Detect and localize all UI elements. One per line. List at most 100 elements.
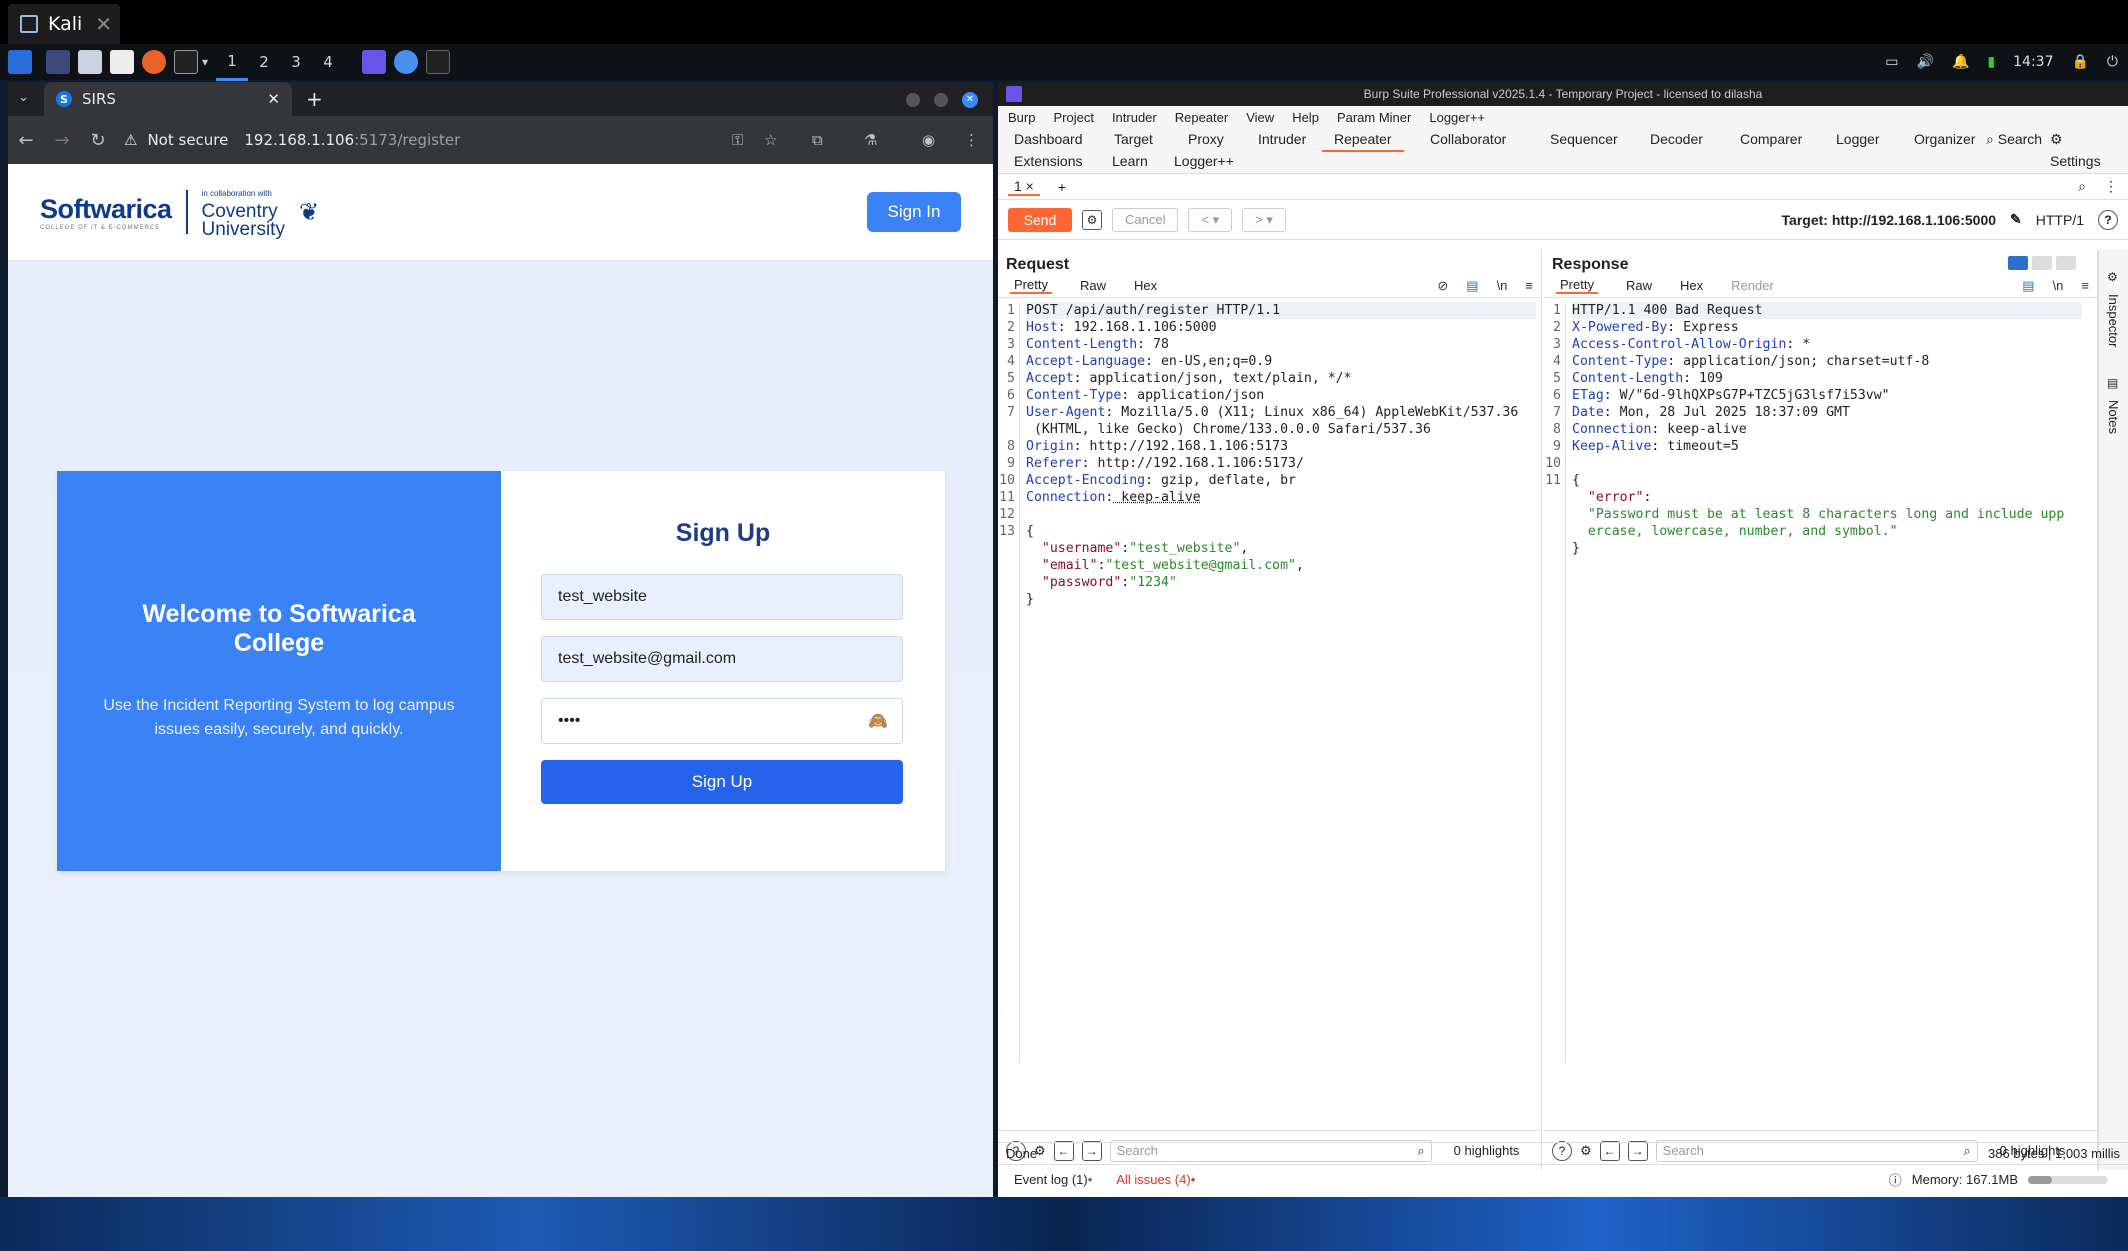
reload-icon[interactable]: ↻: [80, 130, 116, 151]
tab-sirs[interactable]: S SIRS ✕: [44, 82, 292, 116]
site-logo[interactable]: Softwarica COLLEGE OF IT & E-COMMERCE in…: [40, 185, 319, 239]
url-field[interactable]: ⚠ Not secure 192.168.1.106:5173/register: [124, 131, 460, 149]
inspector-icon[interactable]: ⚙: [2107, 270, 2118, 284]
warning-icon[interactable]: ⚠: [124, 131, 137, 149]
tab-search-icon[interactable]: ⌄: [18, 90, 29, 105]
notes-icon[interactable]: ▤: [2107, 376, 2118, 390]
new-tab-icon[interactable]: +: [306, 87, 323, 111]
tab-loggerpp[interactable]: Logger++: [1162, 150, 1246, 172]
response-hex-tab[interactable]: Hex: [1680, 278, 1703, 293]
battery-icon[interactable]: ▮: [1987, 54, 1995, 70]
more-icon[interactable]: ⋮: [2104, 178, 2118, 195]
settings-button[interactable]: ⚙ Settings: [2038, 128, 2128, 172]
email-field[interactable]: test_website@gmail.com: [541, 636, 903, 682]
send-button[interactable]: Send: [1008, 207, 1072, 232]
gear-icon[interactable]: ⚙: [1082, 209, 1102, 230]
response-pretty-tab[interactable]: Pretty: [1556, 277, 1598, 294]
firefox-icon[interactable]: [142, 50, 166, 74]
add-tab-icon[interactable]: +: [1058, 179, 1066, 195]
close-icon[interactable]: ✕: [95, 12, 112, 36]
key-icon[interactable]: ⚿: [732, 131, 743, 149]
display-icon[interactable]: ▭: [1885, 54, 1898, 70]
tab-decoder[interactable]: Decoder: [1638, 128, 1715, 150]
event-log-button[interactable]: Event log (1)•: [1014, 1172, 1092, 1187]
prev-button[interactable]: < ▾: [1188, 207, 1233, 232]
desktop-icon[interactable]: [46, 50, 70, 74]
menu-burp[interactable]: Burp: [1008, 110, 1035, 125]
menu-project[interactable]: Project: [1053, 110, 1093, 125]
extensions-icon[interactable]: ⧉: [812, 131, 823, 149]
http-version[interactable]: HTTP/1: [2036, 212, 2084, 228]
hide-icon[interactable]: ⊘: [1437, 278, 1448, 294]
terminal-icon[interactable]: [426, 50, 451, 74]
volume-icon[interactable]: 🔊: [1917, 54, 1934, 70]
menu-intruder[interactable]: Intruder: [1112, 110, 1157, 125]
sign-in-button[interactable]: Sign In: [867, 192, 961, 232]
inspector-tab[interactable]: Inspector: [2106, 294, 2121, 347]
document-icon[interactable]: [110, 50, 134, 74]
edit-icon[interactable]: ✎: [2010, 211, 2022, 228]
clock[interactable]: 14:37: [2013, 54, 2053, 70]
help-icon[interactable]: ?: [2098, 209, 2118, 230]
tab-intruder[interactable]: Intruder: [1246, 128, 1318, 150]
maximize-icon[interactable]: [934, 93, 948, 107]
tab-target[interactable]: Target: [1102, 128, 1165, 150]
tab-extensions[interactable]: Extensions: [1002, 150, 1094, 172]
target-label[interactable]: Target: http://192.168.1.106:5000: [1782, 212, 1997, 228]
list-icon[interactable]: ≡: [2081, 278, 2089, 294]
request-hex-tab[interactable]: Hex: [1134, 278, 1157, 293]
workspace-1[interactable]: 1: [216, 44, 249, 81]
labs-icon[interactable]: ⚗: [864, 131, 877, 149]
tab-proxy[interactable]: Proxy: [1176, 128, 1236, 150]
password-field[interactable]: •••• 🙈: [541, 698, 903, 744]
wrap-icon[interactable]: ▤: [2022, 278, 2034, 294]
menu-logger[interactable]: Logger++: [1429, 110, 1485, 125]
minimize-icon[interactable]: [906, 93, 920, 107]
newline-icon[interactable]: \n: [2053, 278, 2064, 294]
wrap-icon[interactable]: ▤: [1466, 278, 1478, 294]
star-icon[interactable]: ☆: [764, 131, 777, 149]
newline-icon[interactable]: \n: [1497, 278, 1508, 294]
menu-help[interactable]: Help: [1292, 110, 1319, 125]
tab-collaborator[interactable]: Collaborator: [1418, 128, 1518, 150]
cancel-button[interactable]: Cancel: [1112, 207, 1179, 232]
forward-icon[interactable]: →: [44, 130, 80, 151]
workspace-3[interactable]: 3: [280, 45, 312, 79]
close-window-icon[interactable]: ✕: [962, 92, 978, 108]
username-field[interactable]: test_website: [541, 574, 903, 620]
menu-view[interactable]: View: [1246, 110, 1274, 125]
menu-repeater[interactable]: Repeater: [1175, 110, 1228, 125]
not-secure-label[interactable]: Not secure: [147, 131, 228, 149]
repeater-tab-1[interactable]: 1 ×: [1008, 178, 1040, 196]
workspace-4[interactable]: 4: [312, 45, 344, 79]
chevron-down-icon[interactable]: ▾: [202, 55, 208, 69]
tab-logger[interactable]: Logger: [1824, 128, 1892, 150]
tab-learn[interactable]: Learn: [1100, 150, 1160, 172]
notes-tab[interactable]: Notes: [2106, 400, 2121, 434]
tab-dashboard[interactable]: Dashboard: [1002, 128, 1095, 150]
menu-icon[interactable]: ⋮: [964, 131, 979, 149]
terminal-icon[interactable]: [174, 50, 198, 74]
power-icon[interactable]: ⏻: [2107, 54, 2118, 70]
host-tab[interactable]: Kali ✕: [8, 4, 120, 44]
next-button[interactable]: > ▾: [1242, 207, 1286, 232]
list-icon[interactable]: ≡: [1525, 278, 1533, 294]
search-icon[interactable]: ⌕: [2078, 178, 2086, 195]
files-icon[interactable]: [78, 50, 102, 74]
back-icon[interactable]: ←: [8, 130, 44, 151]
profile-icon[interactable]: ◉: [922, 131, 935, 149]
tab-comparer[interactable]: Comparer: [1728, 128, 1814, 150]
response-render-tab[interactable]: Render: [1731, 278, 1774, 293]
workspace-2[interactable]: 2: [248, 45, 280, 79]
toggle-visibility-icon[interactable]: 🙈: [868, 711, 888, 731]
burp-icon[interactable]: [362, 50, 387, 74]
kali-menu-icon[interactable]: [8, 50, 32, 74]
close-icon[interactable]: ✕: [267, 90, 280, 108]
all-issues-button[interactable]: All issues (4)•: [1116, 1172, 1195, 1187]
chromium-icon[interactable]: [394, 50, 419, 74]
request-raw-tab[interactable]: Raw: [1080, 278, 1106, 293]
request-pretty-tab[interactable]: Pretty: [1010, 277, 1052, 294]
sign-up-button[interactable]: Sign Up: [541, 760, 903, 804]
lock-icon[interactable]: 🔒: [2071, 54, 2088, 70]
menu-param-miner[interactable]: Param Miner: [1337, 110, 1411, 125]
